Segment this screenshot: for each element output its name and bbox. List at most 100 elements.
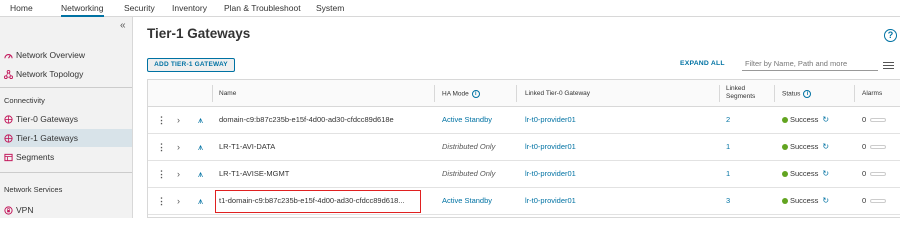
table-row[interactable]: ⋮ › ⩚ t1-domain-c9:b87c235b-e15f-4d00-ad… bbox=[148, 188, 900, 215]
help-icon[interactable]: ? bbox=[884, 29, 897, 42]
network-overview-icon bbox=[4, 54, 13, 59]
gateway-name: domain-c9:b87c235b-e15f-4d00-ad30-cfdcc8… bbox=[219, 115, 394, 124]
tab-plan-troubleshoot[interactable]: Plan & Troubleshoot bbox=[224, 0, 301, 17]
sidebar-item-tier1-gateways[interactable]: Tier-1 Gateways bbox=[0, 129, 132, 147]
linked-segments-link[interactable]: 2 bbox=[726, 107, 730, 133]
vpn-icon bbox=[4, 206, 13, 215]
column-separator bbox=[774, 85, 775, 102]
info-icon[interactable]: i bbox=[471, 90, 480, 98]
sidebar-item-tier0-gateways[interactable]: Tier-0 Gateways bbox=[0, 110, 132, 128]
expand-row-icon[interactable]: › bbox=[177, 188, 180, 214]
info-icon[interactable]: i bbox=[803, 90, 812, 98]
ha-mode-link[interactable]: Active Standby bbox=[442, 107, 492, 133]
linked-tier0-link[interactable]: lr-t0-provider01 bbox=[525, 107, 576, 133]
gateway-name: LR-T1-AVI-DATA bbox=[219, 142, 276, 151]
gateway-icon: ⩚ bbox=[198, 196, 204, 206]
column-header-label: HA Mode bbox=[442, 90, 469, 98]
sidebar-item-label: VPN bbox=[16, 205, 34, 215]
tab-system[interactable]: System bbox=[316, 0, 344, 17]
highlight-box bbox=[215, 190, 421, 213]
gateway-icon: ⩚ bbox=[198, 142, 204, 152]
sidebar-item-vpn[interactable]: VPN bbox=[0, 201, 132, 219]
table-row[interactable]: ⋮ › ⩚ domain-c9:b87c235b-e15f-4d00-ad30-… bbox=[148, 107, 900, 134]
row-actions-icon[interactable]: ⋮ bbox=[157, 134, 166, 160]
expand-row-icon[interactable]: › bbox=[177, 107, 180, 133]
column-header-linked-tier0[interactable]: Linked Tier-0 Gateway bbox=[525, 90, 590, 98]
success-status-icon bbox=[782, 144, 788, 151]
linked-tier0-link[interactable]: lr-t0-provider01 bbox=[525, 161, 576, 187]
status-text: Success bbox=[790, 142, 819, 151]
linked-segments-link[interactable]: 3 bbox=[726, 188, 730, 214]
column-separator bbox=[854, 85, 855, 102]
filter-input[interactable] bbox=[742, 57, 878, 71]
linked-segments-link[interactable]: 1 bbox=[726, 134, 730, 160]
table-row[interactable]: ⋮ › ⩚ LR-T1-AVISE-MGMT Distributed Only … bbox=[148, 161, 900, 188]
refresh-icon[interactable]: ↻ bbox=[822, 142, 829, 151]
gateway-icon: ⩚ bbox=[198, 169, 204, 179]
alarms-cell: 0 bbox=[862, 107, 887, 133]
row-actions-icon[interactable]: ⋮ bbox=[157, 107, 166, 133]
sidebar: « Network Overview Network Topology Conn… bbox=[0, 17, 133, 218]
row-actions-icon[interactable]: ⋮ bbox=[157, 188, 166, 214]
column-header-label: Linked bbox=[726, 85, 746, 92]
success-status-icon bbox=[782, 171, 788, 178]
ha-mode-text: Distributed Only bbox=[442, 142, 496, 151]
column-header-linked-segments[interactable]: Linked Segments bbox=[726, 85, 755, 101]
column-separator bbox=[516, 85, 517, 102]
sidebar-divider bbox=[0, 87, 132, 88]
alarms-count: 0 bbox=[862, 196, 867, 205]
sidebar-item-label: Network Topology bbox=[16, 69, 84, 79]
refresh-icon[interactable]: ↻ bbox=[822, 196, 829, 205]
collapse-sidebar-icon[interactable]: « bbox=[120, 20, 126, 31]
sidebar-item-network-topology[interactable]: Network Topology bbox=[0, 65, 132, 83]
linked-tier0-link[interactable]: lr-t0-provider01 bbox=[525, 134, 576, 160]
row-actions-icon[interactable]: ⋮ bbox=[157, 161, 166, 187]
section-network-services: Network Services bbox=[4, 185, 63, 194]
linked-segments-link[interactable]: 1 bbox=[726, 161, 730, 187]
table-header: Name HA Mode i Linked Tier-0 Gateway Link… bbox=[148, 80, 900, 107]
filter-menu-icon[interactable] bbox=[883, 62, 894, 71]
column-header-name[interactable]: Name bbox=[219, 90, 236, 98]
status-text: Success bbox=[790, 196, 819, 205]
sidebar-item-network-overview[interactable]: Network Overview bbox=[0, 46, 132, 64]
status-cell: Success ↻ bbox=[782, 188, 829, 214]
section-connectivity: Connectivity bbox=[4, 96, 45, 105]
alarms-bar bbox=[870, 118, 887, 123]
tab-home[interactable]: Home bbox=[10, 0, 33, 17]
linked-tier0-link[interactable]: lr-t0-provider01 bbox=[525, 188, 576, 214]
tier0-gateway-icon bbox=[4, 115, 13, 124]
status-cell: Success ↻ bbox=[782, 161, 829, 187]
alarms-bar bbox=[870, 145, 887, 150]
sidebar-item-segments[interactable]: Segments bbox=[0, 148, 132, 166]
refresh-icon[interactable]: ↻ bbox=[822, 115, 829, 124]
column-separator bbox=[719, 85, 720, 102]
sidebar-item-label: Segments bbox=[16, 152, 55, 162]
tab-networking[interactable]: Networking bbox=[61, 0, 104, 17]
refresh-icon[interactable]: ↻ bbox=[822, 169, 829, 178]
alarms-bar bbox=[870, 172, 887, 177]
alarms-cell: 0 bbox=[862, 188, 887, 214]
expand-all-link[interactable]: EXPAND ALL bbox=[680, 60, 725, 67]
add-tier1-gateway-button[interactable]: ADD TIER-1 GATEWAY bbox=[147, 58, 235, 72]
expand-row-icon[interactable]: › bbox=[177, 134, 180, 160]
tab-security[interactable]: Security bbox=[124, 0, 155, 17]
expand-row-icon[interactable]: › bbox=[177, 161, 180, 187]
table-row[interactable]: ⋮ › ⩚ LR-T1-AVI-DATA Distributed Only lr… bbox=[148, 134, 900, 161]
page-title: Tier-1 Gateways bbox=[147, 26, 251, 41]
ha-mode-link[interactable]: Active Standby bbox=[442, 188, 492, 214]
column-header-alarms[interactable]: Alarms bbox=[862, 90, 882, 98]
status-cell: Success ↻ bbox=[782, 107, 829, 133]
status-cell: Success ↻ bbox=[782, 134, 829, 160]
column-header-status[interactable]: Status i bbox=[782, 90, 812, 99]
sidebar-item-label: Network Overview bbox=[16, 50, 85, 60]
status-text: Success bbox=[790, 169, 819, 178]
top-nav: Home Networking Security Inventory Plan … bbox=[0, 0, 900, 17]
alarms-count: 0 bbox=[862, 115, 867, 124]
column-separator bbox=[434, 85, 435, 102]
alarms-cell: 0 bbox=[862, 161, 887, 187]
tier1-gateway-icon bbox=[4, 134, 13, 143]
alarms-cell: 0 bbox=[862, 134, 887, 160]
tab-inventory[interactable]: Inventory bbox=[172, 0, 207, 17]
column-header-ha-mode[interactable]: HA Mode i bbox=[442, 90, 480, 99]
gateway-icon: ⩚ bbox=[198, 115, 204, 125]
